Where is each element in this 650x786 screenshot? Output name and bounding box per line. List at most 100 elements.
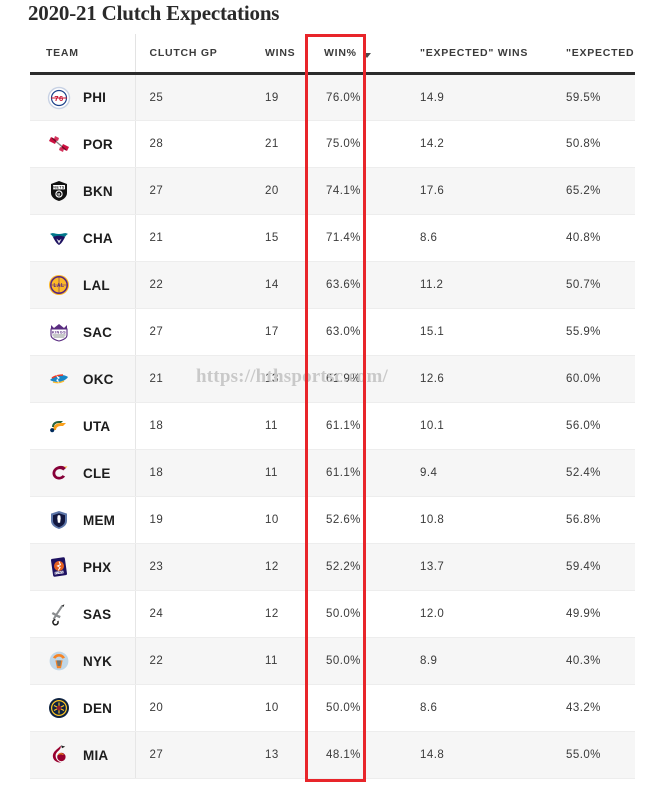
cell-wins: 12 [251, 543, 312, 591]
table-row[interactable]: OKC 21 13 61.9% 12.6 60.0% [30, 355, 635, 403]
table-row[interactable]: SAS 24 12 50.0% 12.0 49.9% [30, 590, 635, 638]
cell-clutch-gp: 23 [135, 543, 251, 591]
hornets-logo [46, 225, 72, 251]
table-row[interactable]: KINGS SAC 27 17 63.0% 15.1 55.9% [30, 308, 635, 356]
cell-expected-wins: 10.1 [406, 402, 552, 450]
cell-wins: 10 [251, 684, 312, 732]
table-row[interactable]: CHA 21 15 71.4% 8.6 40.8% [30, 214, 635, 262]
svg-text:NETS: NETS [53, 186, 65, 190]
cell-win-pct: 61.1% [312, 402, 406, 450]
cell-clutch-gp: 27 [135, 308, 251, 356]
cell-win-pct: 50.0% [312, 637, 406, 685]
cell-team: NETS B BKN [30, 167, 136, 215]
table-row[interactable]: SUNS PHX 23 12 52.2% 13.7 59.4% [30, 543, 635, 591]
cell-wins: 21 [251, 120, 312, 168]
team-abbreviation: LAL [83, 277, 110, 293]
cell-expected-wins: 17.6 [406, 167, 552, 215]
table-row[interactable]: NYK 22 11 50.0% 8.9 40.3% [30, 637, 635, 685]
cavaliers-logo [46, 460, 72, 486]
cell-clutch-gp: 25 [135, 73, 251, 121]
svg-text:KINGS: KINGS [52, 331, 66, 335]
cell-expected-wins: 12.0 [406, 590, 552, 638]
cell-expected-wins: 9.4 [406, 449, 552, 497]
cell-wins: 19 [251, 73, 312, 121]
table-row[interactable]: UTA 18 11 61.1% 10.1 56.0% [30, 402, 635, 450]
cell-team: NYK [30, 637, 136, 685]
cell-team: SUNS PHX [30, 543, 136, 591]
lakers-logo: LAL [46, 272, 72, 298]
column-header-win-pct[interactable]: WIN% [312, 34, 406, 75]
heat-logo [46, 742, 72, 768]
cell-clutch-gp: 27 [135, 731, 251, 779]
table-row[interactable]: DEN 20 10 50.0% 8.6 43.2% [30, 684, 635, 732]
table-row[interactable]: LAL LAL 22 14 63.6% 11.2 50.7% [30, 261, 635, 309]
column-header-team[interactable]: TEAM [30, 34, 135, 75]
cell-wins: 13 [251, 355, 312, 403]
table-row[interactable]: MEM 19 10 52.6% 10.8 56.8% [30, 496, 635, 544]
cell-expected-win-pct: 56.0% [552, 402, 635, 450]
cell-team: CHA [30, 214, 136, 262]
nets-logo: NETS B [46, 178, 72, 204]
column-header-expected-win-pct[interactable]: "EXPECTED" WIN% [552, 34, 635, 75]
cell-wins: 12 [251, 590, 312, 638]
column-header-expected-wins[interactable]: "EXPECTED" WINS [406, 34, 552, 75]
team-abbreviation: UTA [83, 418, 111, 434]
table-row[interactable]: CLE 18 11 61.1% 9.4 52.4% [30, 449, 635, 497]
cell-win-pct: 61.1% [312, 449, 406, 497]
clutch-expectations-table: TEAM CLUTCH GP WINS WIN% "EXPECTED" WINS… [30, 34, 635, 779]
team-abbreviation: POR [83, 136, 113, 152]
cell-expected-win-pct: 60.0% [552, 355, 635, 403]
team-abbreviation: PHX [83, 559, 112, 575]
column-header-wins[interactable]: WINS [251, 34, 312, 75]
header-row: TEAM CLUTCH GP WINS WIN% "EXPECTED" WINS… [30, 34, 635, 75]
cell-team: CLE [30, 449, 136, 497]
cell-clutch-gp: 27 [135, 167, 251, 215]
cell-expected-wins: 8.6 [406, 214, 552, 262]
cell-expected-wins: 11.2 [406, 261, 552, 309]
cell-expected-win-pct: 49.9% [552, 590, 635, 638]
cell-expected-win-pct: 55.0% [552, 731, 635, 779]
cell-team: MEM [30, 496, 136, 544]
cell-expected-win-pct: 65.2% [552, 167, 635, 215]
cell-expected-wins: 14.9 [406, 73, 552, 121]
cell-expected-win-pct: 50.7% [552, 261, 635, 309]
column-header-clutch-gp[interactable]: CLUTCH GP [134, 34, 251, 75]
svg-text:LAL: LAL [53, 283, 64, 289]
cell-win-pct: 76.0% [312, 73, 406, 121]
cell-clutch-gp: 24 [135, 590, 251, 638]
cell-wins: 11 [251, 449, 312, 497]
cell-win-pct: 61.9% [312, 355, 406, 403]
blazers-logo [46, 131, 72, 157]
cell-team: MIA [30, 731, 136, 779]
cell-team: 76 PHI [30, 73, 136, 121]
cell-expected-win-pct: 59.5% [552, 73, 635, 121]
cell-expected-win-pct: 56.8% [552, 496, 635, 544]
table-row[interactable]: MIA 27 13 48.1% 14.8 55.0% [30, 731, 635, 779]
cell-expected-win-pct: 40.8% [552, 214, 635, 262]
cell-expected-wins: 15.1 [406, 308, 552, 356]
cell-clutch-gp: 28 [135, 120, 251, 168]
team-abbreviation: SAC [83, 324, 113, 340]
cell-wins: 11 [251, 637, 312, 685]
cell-clutch-gp: 18 [135, 449, 251, 497]
team-abbreviation: CLE [83, 465, 111, 481]
cell-wins: 10 [251, 496, 312, 544]
thunder-logo [46, 366, 72, 392]
knicks-logo [46, 648, 72, 674]
table-row[interactable]: NETS B BKN 27 20 74.1% 17.6 65.2% [30, 167, 635, 215]
cell-expected-wins: 12.6 [406, 355, 552, 403]
cell-expected-win-pct: 59.4% [552, 543, 635, 591]
cell-team: POR [30, 120, 136, 168]
table-body: 76 PHI 25 19 76.0% 14.9 59.5% POR 28 21 75.0% 14.2 5… [30, 73, 635, 779]
cell-expected-win-pct: 40.3% [552, 637, 635, 685]
cell-team: KINGS SAC [30, 308, 136, 356]
cell-win-pct: 75.0% [312, 120, 406, 168]
cell-expected-wins: 8.6 [406, 684, 552, 732]
team-abbreviation: BKN [83, 183, 113, 199]
table-row[interactable]: POR 28 21 75.0% 14.2 50.8% [30, 120, 635, 168]
cell-clutch-gp: 21 [135, 214, 251, 262]
cell-win-pct: 52.2% [312, 543, 406, 591]
table-row[interactable]: 76 PHI 25 19 76.0% 14.9 59.5% [30, 73, 635, 121]
page-title: 2020-21 Clutch Expectations [28, 1, 280, 25]
cell-expected-wins: 10.8 [406, 496, 552, 544]
